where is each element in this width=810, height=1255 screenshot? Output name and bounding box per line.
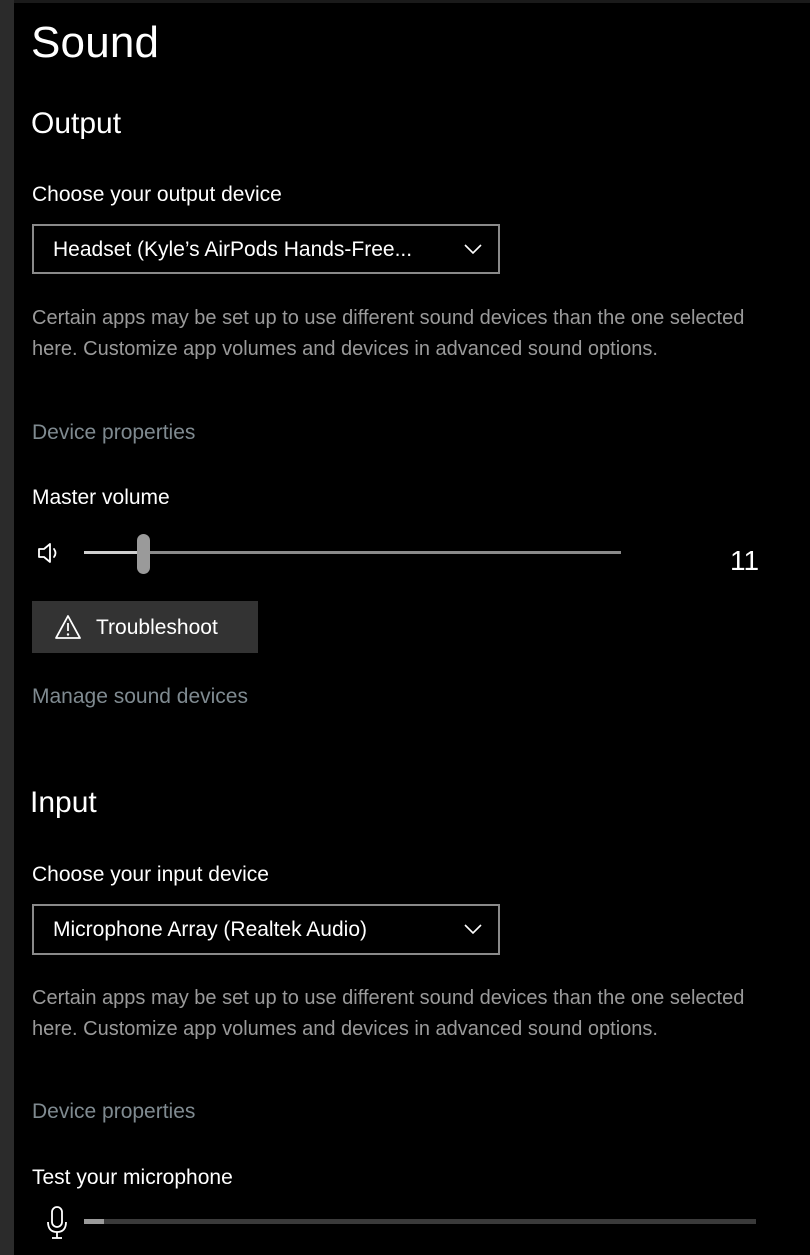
- input-section-title: Input: [30, 786, 97, 819]
- output-device-dropdown[interactable]: Headset (Kyle’s AirPods Hands-Free...: [32, 224, 500, 274]
- output-description: Certain apps may be set up to use differ…: [32, 307, 745, 360]
- microphone-icon: [47, 1206, 67, 1239]
- input-device-value: Microphone Array (Realtek Audio): [53, 918, 367, 941]
- window-left-edge: [0, 0, 14, 1255]
- troubleshoot-button-label: Troubleshoot: [96, 616, 218, 639]
- master-volume-label: Master volume: [32, 486, 170, 509]
- master-volume-fill: [84, 551, 144, 554]
- input-device-properties-link[interactable]: Device properties: [32, 1100, 195, 1124]
- master-volume-thumb[interactable]: [137, 534, 151, 574]
- manage-sound-devices-link[interactable]: Manage sound devices: [32, 685, 248, 709]
- master-volume-value: 11: [730, 545, 760, 576]
- speaker-icon[interactable]: [36, 541, 64, 565]
- page-title: Sound: [31, 18, 160, 67]
- input-device-dropdown[interactable]: Microphone Array (Realtek Audio): [32, 904, 500, 955]
- window-top-edge: [14, 0, 810, 3]
- troubleshoot-button[interactable]: Troubleshoot: [32, 601, 258, 653]
- microphone-level-fill: [84, 1219, 105, 1224]
- output-device-value: Headset (Kyle’s AirPods Hands-Free...: [53, 238, 413, 261]
- output-device-label: Choose your output device: [32, 183, 282, 206]
- master-volume-slider[interactable]: [84, 551, 621, 554]
- output-device-properties-link[interactable]: Device properties: [32, 421, 195, 445]
- test-microphone-label: Test your microphone: [32, 1166, 233, 1189]
- input-description: Certain apps may be set up to use differ…: [32, 987, 745, 1040]
- output-section-title: Output: [31, 107, 122, 140]
- chevron-down-icon: [464, 924, 482, 935]
- microphone-level-meter: [84, 1219, 756, 1224]
- warning-icon: [55, 615, 81, 639]
- chevron-down-icon: [464, 244, 482, 255]
- input-device-label: Choose your input device: [32, 863, 269, 886]
